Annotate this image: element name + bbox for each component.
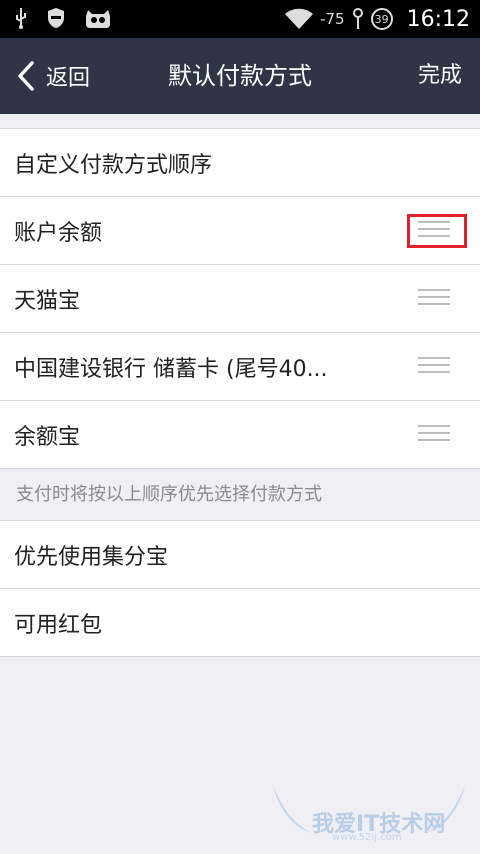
payment-method-label: 天猫宝 — [14, 288, 81, 314]
section-header-label: 自定义付款方式顺序 — [14, 152, 213, 178]
payment-method-row-ccb-card[interactable]: 中国建设银行 储蓄卡 (尾号40... — [0, 333, 480, 401]
clock: 16:12 — [406, 6, 470, 32]
drag-handle-icon[interactable] — [418, 424, 450, 445]
option-row-red-packet[interactable]: 可用红包 — [0, 589, 480, 657]
watermark-logo: 我爱IT技术网 www.52ij.com — [262, 778, 476, 848]
payment-method-row-yuebao[interactable]: 余额宝 — [0, 401, 480, 469]
payment-method-label: 账户余额 — [14, 220, 103, 246]
usb-icon — [16, 8, 26, 29]
signal-strength: -75 — [320, 10, 345, 28]
done-button[interactable]: 完成 — [418, 38, 462, 114]
order-hint-text: 支付时将按以上顺序优先选择付款方式 — [16, 484, 322, 505]
option-row-jifenbao[interactable]: 优先使用集分宝 — [0, 521, 480, 589]
payment-order-section: 自定义付款方式顺序 账户余额 天猫宝 中国建设银行 储蓄卡 (尾号40... 余… — [0, 128, 480, 469]
custom-order-header: 自定义付款方式顺序 — [0, 129, 480, 197]
signal-antenna-icon — [352, 8, 363, 29]
drag-handle-icon[interactable] — [418, 356, 450, 377]
payment-method-label: 余额宝 — [14, 424, 81, 450]
highlight-box — [407, 213, 467, 248]
option-label: 优先使用集分宝 — [14, 544, 169, 570]
payment-method-row-tmallbao[interactable]: 天猫宝 — [0, 265, 480, 333]
cyanogen-mascot-icon — [86, 10, 110, 28]
back-button[interactable]: 返回 — [14, 38, 90, 114]
payment-method-row-balance[interactable]: 账户余额 — [0, 197, 480, 265]
drag-handle-icon[interactable] — [418, 288, 450, 309]
option-label: 可用红包 — [14, 612, 103, 638]
payment-options-section: 优先使用集分宝 可用红包 — [0, 520, 480, 657]
navigation-bar: 返回 默认付款方式 完成 — [0, 38, 480, 114]
battery-badge: 39 — [370, 8, 393, 30]
back-label: 返回 — [46, 66, 91, 91]
status-bar: -75 39 16:12 — [0, 0, 480, 38]
chevron-left-icon — [18, 61, 34, 91]
wifi-icon — [285, 8, 314, 29]
watermark-url: www.52ij.com — [332, 832, 402, 843]
shield-icon — [48, 8, 64, 28]
payment-method-label: 中国建设银行 储蓄卡 (尾号40... — [14, 356, 328, 382]
